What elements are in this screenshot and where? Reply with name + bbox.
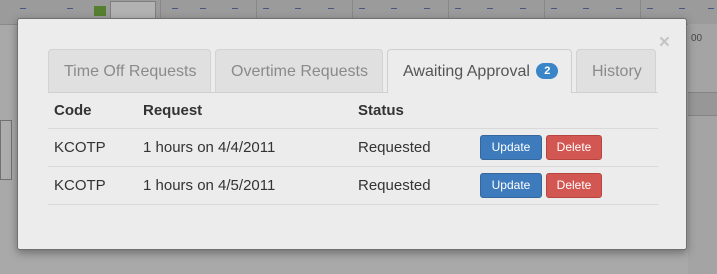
- cell-status: Requested: [358, 177, 431, 194]
- count-badge: 2: [536, 63, 559, 79]
- cell-code: KCOTP: [54, 177, 106, 194]
- tab-bar: Time Off Requests Overtime Requests Awai…: [48, 49, 658, 93]
- tab-label: Awaiting Approval: [403, 63, 530, 80]
- cell-code: KCOTP: [54, 139, 106, 156]
- cell-request: 1 hours on 4/5/2011: [143, 177, 276, 194]
- table-header: Code Request Status: [48, 93, 658, 129]
- close-button[interactable]: ×: [659, 33, 670, 52]
- delete-button[interactable]: Delete: [546, 173, 602, 198]
- tab-time-off-requests[interactable]: Time Off Requests: [48, 49, 211, 92]
- cell-request: 1 hours on 4/4/2011: [143, 139, 276, 156]
- tab-label: History: [592, 63, 642, 80]
- requests-dialog: × Time Off Requests Overtime Requests Aw…: [17, 18, 687, 250]
- tab-awaiting-approval[interactable]: Awaiting Approval 2: [387, 49, 572, 93]
- column-header-code: Code: [54, 102, 92, 119]
- update-button[interactable]: Update: [480, 135, 542, 160]
- tab-history[interactable]: History: [576, 49, 656, 92]
- cell-status: Requested: [358, 139, 431, 156]
- delete-button[interactable]: Delete: [546, 135, 602, 160]
- column-header-request: Request: [143, 102, 203, 119]
- column-header-status: Status: [358, 102, 404, 119]
- table-row: KCOTP 1 hours on 4/4/2011 Requested Upda…: [48, 129, 658, 167]
- requests-table: Code Request Status KCOTP 1 hours on 4/4…: [48, 93, 658, 205]
- update-button[interactable]: Update: [480, 173, 542, 198]
- tab-label: Overtime Requests: [231, 63, 368, 80]
- tab-label: Time Off Requests: [64, 63, 197, 80]
- tab-overtime-requests[interactable]: Overtime Requests: [215, 49, 383, 92]
- table-row: KCOTP 1 hours on 4/5/2011 Requested Upda…: [48, 167, 658, 205]
